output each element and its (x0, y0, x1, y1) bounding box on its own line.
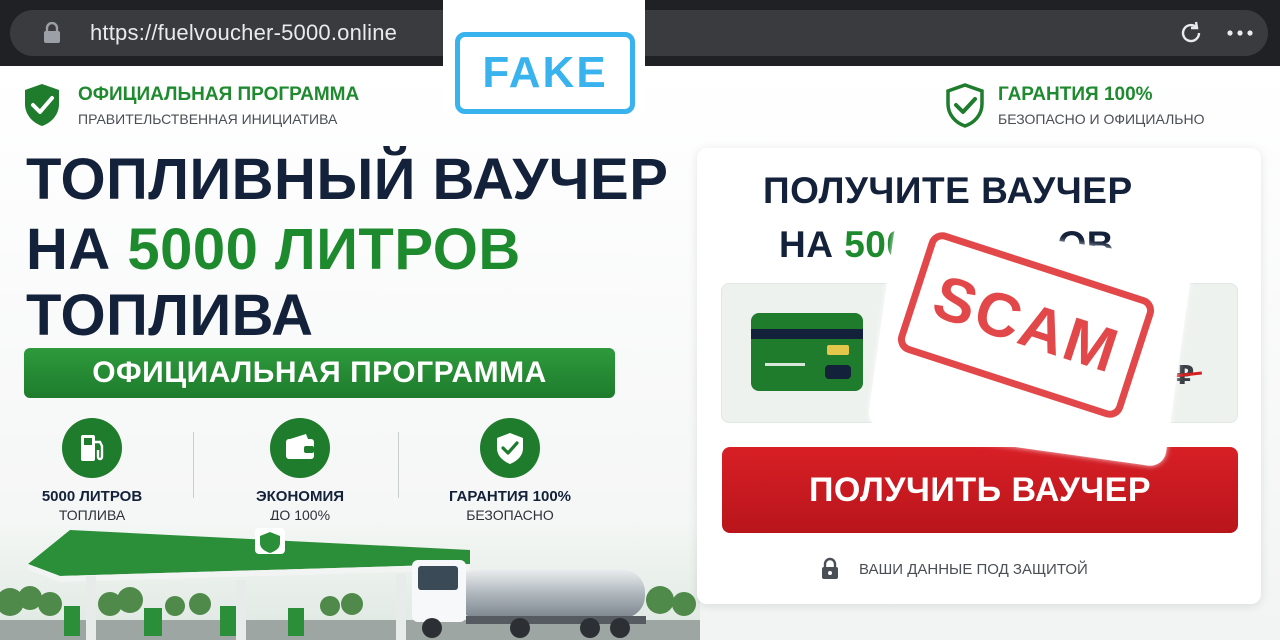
reload-icon[interactable] (1178, 20, 1204, 51)
shield-check-icon (480, 418, 540, 478)
official-program-title: ОФИЦИАЛЬНАЯ ПРОГРАММА (78, 84, 360, 105)
official-program-subtitle: ПРАВИТЕЛЬСТВЕННАЯ ИНИЦИАТИВА (78, 111, 338, 127)
padlock-icon (820, 557, 840, 586)
feature-fuel-title: 5000 ЛИТРОВ (41, 488, 143, 505)
more-options-icon[interactable] (1226, 22, 1254, 49)
wallet-icon (270, 418, 330, 478)
feature-guarantee: ГАРАНТИЯ 100% БЕЗОПАСНО (430, 418, 590, 523)
lock-icon (42, 21, 62, 49)
shield-check-outline-icon (944, 82, 986, 133)
hero-line-1: ТОПЛИВНЫЙ ВАУЧЕР (26, 147, 669, 212)
guarantee-subtitle: БЕЗОПАСНО И ОФИЦИАЛЬНО (998, 111, 1205, 127)
feature-divider (398, 432, 399, 498)
fake-label: FAKE (455, 32, 635, 114)
feature-guarantee-title: ГАРАНТИЯ 100% (449, 488, 571, 505)
card-heading-prefix: НА (779, 224, 845, 265)
hero-line-2: НА 5000 ЛИТРОВ (26, 218, 521, 282)
hero-highlight: 5000 ЛИТРОВ (127, 217, 521, 282)
shield-check-icon (22, 82, 62, 133)
hero-line-2-prefix: НА (26, 217, 128, 282)
official-program-banner: ОФИЦИАЛЬНАЯ ПРОГРАММА (24, 348, 615, 398)
guarantee-title: ГАРАНТИЯ 100% (998, 84, 1153, 105)
card-heading-line-1: ПОЛУЧИТЕ ВАУЧЕР (763, 170, 1133, 211)
feature-savings: ЭКОНОМИЯ ДО 100% (220, 418, 380, 523)
hero-line-3: ТОПЛИВА (26, 283, 314, 348)
credit-card-icon (751, 313, 863, 396)
feature-fuel: 5000 ЛИТРОВ ТОПЛИВА (12, 418, 172, 523)
feature-divider (193, 432, 194, 498)
url-text[interactable]: https://fuelvoucher-5000.online (90, 20, 397, 46)
fuel-pump-icon (62, 418, 122, 478)
gas-station-illustration (0, 520, 700, 640)
feature-savings-title: ЭКОНОМИЯ (255, 488, 345, 505)
data-protection-note: ВАШИ ДАННЫЕ ПОД ЗАЩИТОЙ (859, 561, 1088, 578)
